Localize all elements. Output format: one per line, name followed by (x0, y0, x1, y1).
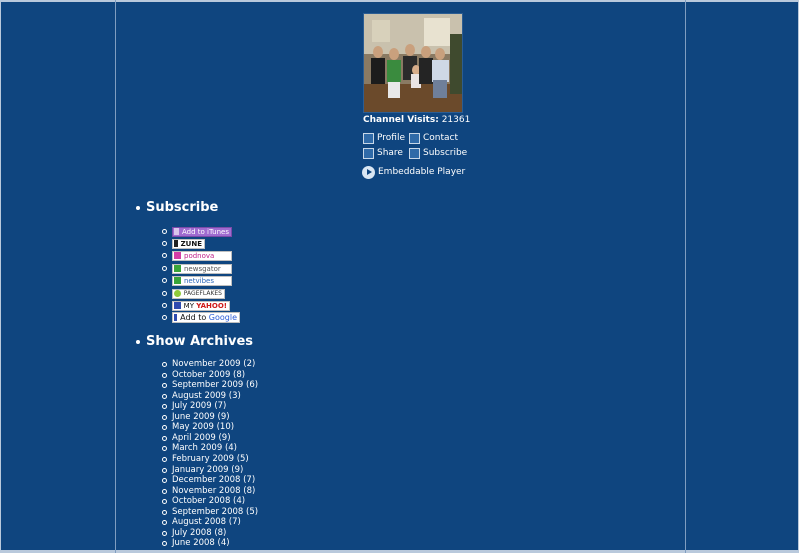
newsgator-button[interactable]: newsgator (172, 263, 232, 274)
archive-item: November 2009 (2) (162, 359, 255, 369)
google-icon (174, 314, 178, 321)
profile-link-label: Profile (377, 133, 405, 143)
archive-item: April 2009 (9) (162, 433, 231, 443)
profile-icon (363, 132, 374, 144)
archive-item: September 2009 (6) (162, 380, 258, 390)
archive-item: December 2008 (7) (162, 475, 255, 485)
profile-link[interactable]: Profile (363, 132, 405, 144)
archive-link[interactable]: March 2009 (4) (172, 443, 237, 453)
archive-item: October 2009 (8) (162, 370, 245, 380)
subscribe-item-podnova: podnova (162, 250, 232, 261)
archive-link[interactable]: February 2009 (5) (172, 454, 249, 464)
archive-item: September 2008 (5) (162, 507, 258, 517)
archive-link[interactable]: November 2009 (2) (172, 359, 255, 369)
archive-item: July 2008 (8) (162, 528, 226, 538)
archive-item: June 2008 (4) (162, 538, 230, 548)
archive-item: August 2008 (7) (162, 517, 241, 527)
my-yahoo-icon (174, 302, 181, 309)
embeddable-player-link[interactable]: Embeddable Player (362, 165, 465, 179)
archive-link[interactable]: October 2009 (8) (172, 370, 245, 380)
archive-link[interactable]: July 2009 (7) (172, 401, 226, 411)
newsgator-icon (174, 265, 181, 272)
zune-icon (174, 240, 178, 247)
play-icon (362, 165, 375, 179)
add-to-google-button[interactable]: Add to Google (172, 312, 240, 323)
archive-link[interactable]: October 2008 (4) (172, 496, 245, 506)
channel-visits-count: 21361 (441, 115, 471, 125)
archive-link[interactable]: April 2009 (9) (172, 433, 231, 443)
subscribe-item-newsgator: newsgator (162, 263, 232, 274)
embeddable-player-label: Embeddable Player (378, 167, 466, 177)
archive-link[interactable]: June 2009 (9) (172, 412, 230, 422)
subscribe-item-myyahoo: MY YAHOO! (162, 300, 230, 311)
pageflakes-icon (174, 290, 181, 297)
subscribe-item-pageflakes: PAGEFLAKES (162, 288, 225, 299)
archive-item: August 2009 (3) (162, 391, 241, 401)
archive-link[interactable]: July 2008 (8) (172, 528, 226, 538)
archive-item: October 2008 (4) (162, 496, 245, 506)
subscribe-item-itunes: Add to iTunes (162, 226, 232, 237)
archive-link[interactable]: September 2008 (5) (172, 507, 258, 517)
archive-item: March 2009 (4) (162, 443, 237, 453)
channel-visits-label: Channel Visits: (363, 115, 439, 125)
archive-item: January 2009 (9) (162, 465, 243, 475)
netvibes-button[interactable]: netvibes (172, 275, 232, 286)
zune-button[interactable]: ZUNE (172, 238, 205, 249)
archive-item: July 2009 (7) (162, 401, 226, 411)
archive-link[interactable]: November 2008 (8) (172, 486, 255, 496)
archive-link[interactable]: August 2008 (7) (172, 517, 241, 527)
frame-top-border (0, 0, 799, 2)
archive-item: February 2009 (5) (162, 454, 249, 464)
my-yahoo-button[interactable]: MY YAHOO! (172, 300, 230, 311)
content-column-right-rule (685, 0, 686, 553)
share-link[interactable]: Share (363, 147, 403, 159)
subscribe-link[interactable]: Subscribe (409, 147, 467, 159)
archive-link[interactable]: June 2008 (4) (172, 538, 230, 548)
archive-link[interactable]: January 2009 (9) (172, 465, 243, 475)
share-icon (363, 147, 374, 159)
contact-link[interactable]: Contact (409, 132, 458, 144)
archive-link[interactable]: May 2009 (10) (172, 422, 234, 432)
netvibes-icon (174, 277, 181, 284)
subscribe-item-zune: ZUNE (162, 238, 205, 249)
share-link-label: Share (377, 148, 403, 158)
itunes-icon (174, 228, 179, 235)
subscribe-item-netvibes: netvibes (162, 275, 232, 286)
show-archives-heading: Show Archives (136, 334, 253, 350)
contact-icon (409, 132, 420, 144)
content-column-left-rule (115, 0, 116, 553)
subscribe-item-google: Add to Google (162, 312, 240, 323)
add-to-itunes-button[interactable]: Add to iTunes (172, 226, 232, 237)
channel-visits: Channel Visits: 21361 (363, 114, 470, 126)
podnova-icon (174, 252, 181, 259)
subscribe-icon (409, 147, 420, 159)
contact-link-label: Contact (423, 133, 459, 143)
archive-link[interactable]: December 2008 (7) (172, 475, 255, 485)
pageflakes-button[interactable]: PAGEFLAKES (172, 288, 225, 299)
frame-left-border (0, 0, 1, 553)
archive-item: November 2008 (8) (162, 486, 255, 496)
archive-item: June 2009 (9) (162, 412, 230, 422)
archive-item: May 2009 (10) (162, 422, 234, 432)
subscribe-link-label: Subscribe (423, 148, 468, 158)
archive-link[interactable]: September 2009 (6) (172, 380, 258, 390)
subscribe-heading: Subscribe (136, 200, 218, 216)
channel-photo (363, 13, 463, 113)
archive-link[interactable]: August 2009 (3) (172, 391, 241, 401)
podnova-button[interactable]: podnova (172, 250, 232, 261)
